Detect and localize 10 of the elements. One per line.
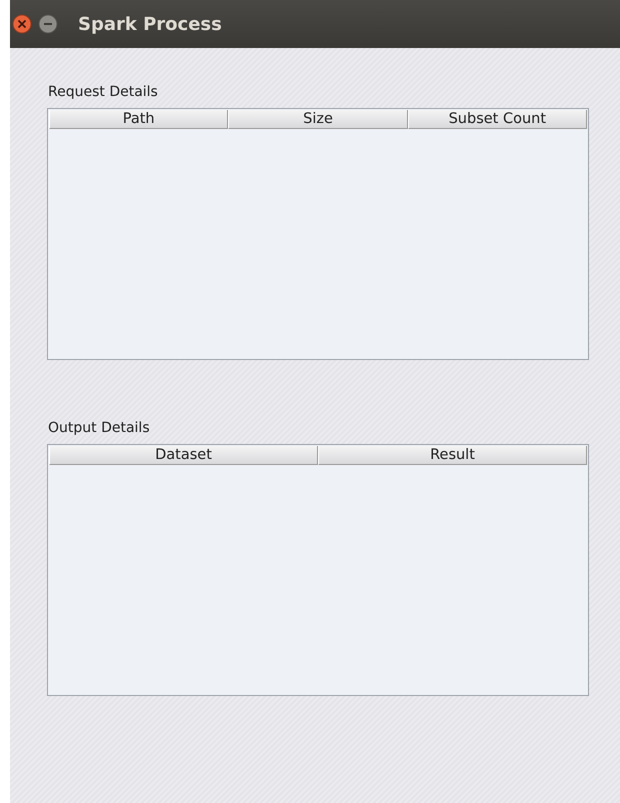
column-header[interactable]: Path [49,110,228,129]
window-title: Spark Process [78,14,222,34]
column-header[interactable]: Size [228,110,408,129]
column-header[interactable]: Dataset [49,446,318,465]
minimize-icon[interactable] [38,14,58,34]
section-label: Request Details [48,84,158,100]
close-icon[interactable] [12,14,32,34]
column-header[interactable]: Result [318,446,587,465]
section-label: Output Details [48,420,150,436]
column-header[interactable]: Subset Count [408,110,587,129]
